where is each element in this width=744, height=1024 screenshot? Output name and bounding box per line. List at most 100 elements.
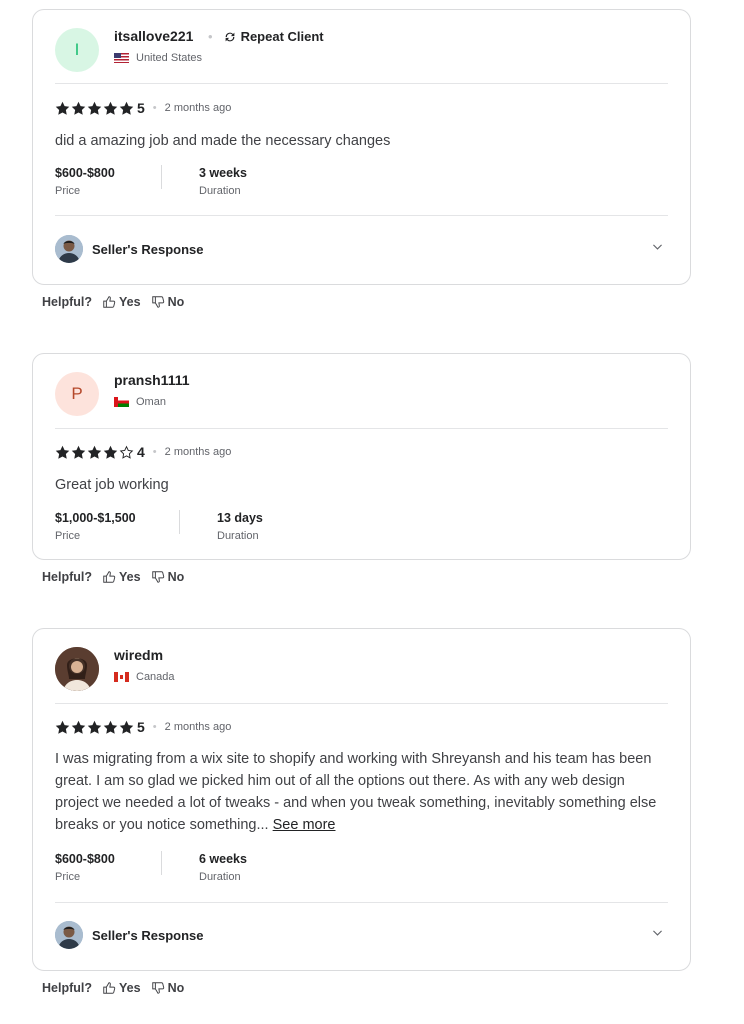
helpful-yes-label: Yes xyxy=(119,570,141,584)
review-header: P pransh1111 Oman xyxy=(55,372,668,416)
helpful-row: Helpful? Yes No xyxy=(42,570,194,584)
meta-divider xyxy=(161,851,162,875)
divider xyxy=(55,215,668,216)
helpful-no-button[interactable]: No xyxy=(151,981,185,995)
review-card: P pransh1111 Oman 4 • 2 months ago Great… xyxy=(32,353,691,560)
star-filled-icon xyxy=(87,720,102,734)
helpful-question: Helpful? xyxy=(42,981,92,995)
thumbs-down-icon xyxy=(151,571,164,583)
duration-value: 6 weeks xyxy=(199,852,247,866)
star-filled-icon xyxy=(119,720,134,734)
helpful-no-label: No xyxy=(167,295,185,309)
price-value: $600-$800 xyxy=(55,166,115,180)
price-value: $1,000-$1,500 xyxy=(55,511,136,525)
meta-divider xyxy=(179,510,180,534)
star-filled-icon xyxy=(103,101,118,115)
us-flag-icon xyxy=(114,53,129,63)
helpful-yes-label: Yes xyxy=(119,295,141,309)
review-meta: $1,000-$1,500 Price 13 days Duration xyxy=(55,510,263,544)
country-name: Oman xyxy=(136,396,166,408)
om-flag-icon xyxy=(114,397,129,407)
price-label: Price xyxy=(55,871,81,883)
seller-avatar xyxy=(55,921,83,949)
divider xyxy=(55,428,668,429)
star-filled-icon xyxy=(103,445,118,459)
helpful-no-button[interactable]: No xyxy=(151,295,185,309)
star-filled-icon xyxy=(55,445,70,459)
star-rating xyxy=(55,445,135,460)
rating-score: 5 xyxy=(137,100,145,116)
review-rating: 5 • 2 months ago xyxy=(55,100,231,116)
helpful-no-label: No xyxy=(167,981,185,995)
reviewer-country: Canada xyxy=(114,671,175,683)
review-meta: $600-$800 Price 3 weeks Duration xyxy=(55,165,247,199)
thumbs-up-icon xyxy=(103,982,116,994)
price-value: $600-$800 xyxy=(55,852,115,866)
price-label: Price xyxy=(55,530,81,542)
star-filled-icon xyxy=(87,101,102,115)
review-card: wiredm Canada 5 • 2 months ago I was mig… xyxy=(32,628,691,971)
review-card: I itsallove221 • Repeat Client United St… xyxy=(32,9,691,285)
helpful-question: Helpful? xyxy=(42,295,92,309)
country-name: Canada xyxy=(136,671,175,683)
avatar[interactable]: I xyxy=(55,28,99,72)
avatar[interactable] xyxy=(55,647,99,691)
review-text-container: I was migrating from a wix site to shopi… xyxy=(55,748,664,836)
divider xyxy=(55,83,668,84)
duration-label: Duration xyxy=(199,185,241,197)
reviewer-username[interactable]: wiredm xyxy=(114,647,163,664)
helpful-no-button[interactable]: No xyxy=(151,570,184,584)
country-name: United States xyxy=(136,52,203,64)
helpful-row: Helpful? Yes No xyxy=(42,295,194,309)
chevron-down-icon[interactable] xyxy=(651,926,664,939)
star-filled-icon xyxy=(71,445,86,459)
star-filled-icon xyxy=(55,101,70,115)
avatar-letter: P xyxy=(71,384,83,403)
rating-score: 5 xyxy=(137,719,145,735)
seller-avatar xyxy=(55,235,83,263)
seller-response-label: Seller's Response xyxy=(92,927,204,943)
review-text: I was migrating from a wix site to shopi… xyxy=(55,751,657,833)
divider xyxy=(55,902,668,903)
thumbs-up-icon xyxy=(103,296,116,308)
helpful-yes-button[interactable]: Yes xyxy=(102,981,141,995)
see-more-link[interactable]: See more xyxy=(273,817,336,833)
helpful-yes-button[interactable]: Yes xyxy=(102,295,141,309)
helpful-row: Helpful? Yes No xyxy=(42,981,194,995)
star-filled-icon xyxy=(71,720,86,734)
thumbs-down-icon xyxy=(151,982,164,994)
separator-dot: • xyxy=(152,446,157,458)
repeat-client-badge: • Repeat Client xyxy=(208,29,324,44)
seller-response-toggle[interactable]: Seller's Response xyxy=(55,235,668,263)
star-filled-icon xyxy=(71,101,86,115)
reviewer-username[interactable]: itsallove221 xyxy=(114,28,193,45)
duration-label: Duration xyxy=(199,871,241,883)
ca-flag-icon xyxy=(114,672,129,682)
star-filled-icon xyxy=(55,720,70,734)
separator-dot: • xyxy=(152,721,157,733)
review-text: did a amazing job and made the necessary… xyxy=(55,133,391,149)
seller-response-label: Seller's Response xyxy=(92,241,204,257)
chevron-down-icon[interactable] xyxy=(651,240,664,253)
helpful-question: Helpful? xyxy=(42,570,92,584)
user-photo xyxy=(55,647,99,691)
separator-dot: • xyxy=(152,102,157,114)
rating-score: 4 xyxy=(137,444,145,460)
review-time: 2 months ago xyxy=(164,446,232,458)
reviewer-username[interactable]: pransh1111 xyxy=(114,372,190,389)
repeat-client-label: Repeat Client xyxy=(240,29,324,44)
avatar-letter: I xyxy=(74,40,80,59)
star-rating xyxy=(55,720,135,735)
divider xyxy=(55,703,668,704)
duration-label: Duration xyxy=(217,530,259,542)
seller-response-toggle[interactable]: Seller's Response xyxy=(55,921,668,949)
review-rating: 4 • 2 months ago xyxy=(55,444,231,460)
star-filled-icon xyxy=(103,720,118,734)
review-time: 2 months ago xyxy=(164,721,232,733)
avatar[interactable]: P xyxy=(55,372,99,416)
helpful-yes-label: Yes xyxy=(119,981,141,995)
helpful-yes-button[interactable]: Yes xyxy=(102,570,141,584)
duration-value: 3 weeks xyxy=(199,166,247,180)
star-empty-icon xyxy=(119,445,134,459)
meta-divider xyxy=(161,165,162,189)
